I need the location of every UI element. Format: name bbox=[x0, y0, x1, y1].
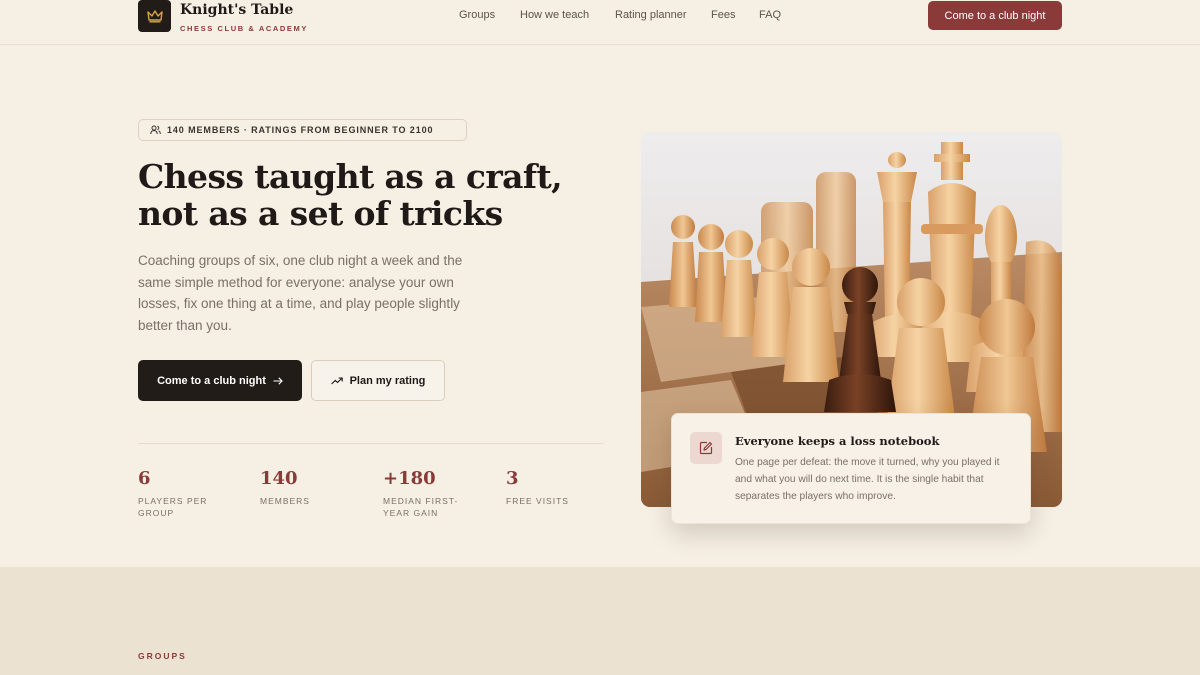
stats-divider bbox=[138, 443, 604, 444]
stat-free-visits: 3 FREE VISITS bbox=[506, 468, 606, 507]
nav-link-rating-planner[interactable]: Rating planner bbox=[615, 9, 687, 21]
stat-label: PLAYERS PER GROUP bbox=[138, 496, 208, 518]
plan-rating-button[interactable]: Plan my rating bbox=[311, 360, 445, 401]
members-badge-text: 140 MEMBERS · RATINGS FROM BEGINNER TO 2… bbox=[167, 125, 434, 135]
club-night-button[interactable]: Come to a club night bbox=[138, 360, 302, 401]
stat-label: FREE VISITS bbox=[506, 496, 569, 506]
stat-value: 3 bbox=[506, 468, 519, 489]
nav-link-how-we-teach[interactable]: How we teach bbox=[520, 9, 589, 21]
stat-members: 140 MEMBERS bbox=[260, 468, 360, 507]
stat-value: 140 bbox=[260, 468, 298, 489]
nav-link-faq[interactable]: FAQ bbox=[759, 9, 781, 21]
logo[interactable] bbox=[138, 0, 171, 32]
brand-tagline: CHESS CLUB & ACADEMY bbox=[180, 24, 308, 33]
users-icon bbox=[150, 125, 161, 135]
stat-value: +180 bbox=[383, 468, 436, 489]
stat-value: 6 bbox=[138, 468, 151, 489]
stat-label: MEDIAN FIRST-YEAR GAIN bbox=[383, 496, 459, 518]
stat-label: MEMBERS bbox=[260, 496, 310, 506]
arrow-right-icon bbox=[273, 376, 283, 385]
groups-section-label: GROUPS bbox=[138, 651, 187, 661]
brand-name[interactable]: Knight's Table bbox=[180, 2, 293, 18]
nav-link-fees[interactable]: Fees bbox=[711, 9, 735, 21]
stat-median-gain: +180 MEDIAN FIRST-YEAR GAIN bbox=[383, 468, 479, 519]
hero-subtitle: Coaching groups of six, one club night a… bbox=[138, 253, 463, 333]
members-badge: 140 MEMBERS · RATINGS FROM BEGINNER TO 2… bbox=[138, 119, 467, 141]
loss-notebook-card: Everyone keeps a loss notebook One page … bbox=[671, 413, 1031, 524]
site-header: Knight's Table CHESS CLUB & ACADEMY Grou… bbox=[0, 0, 1200, 45]
nav-link-groups[interactable]: Groups bbox=[459, 9, 495, 21]
plan-rating-button-label: Plan my rating bbox=[349, 374, 426, 387]
club-night-button-label: Come to a club night bbox=[157, 374, 266, 387]
hero-title: Chess taught as a craft, not as a set of… bbox=[138, 157, 563, 233]
stat-players-per-group: 6 PLAYERS PER GROUP bbox=[138, 468, 238, 519]
header-cta-button[interactable]: Come to a club night bbox=[928, 1, 1062, 30]
trending-up-icon bbox=[330, 376, 343, 384]
note-card-title: Everyone keeps a loss notebook bbox=[735, 434, 940, 448]
note-card-body: One page per defeat: the move it turned,… bbox=[735, 457, 1000, 502]
edit-note-icon bbox=[690, 432, 722, 464]
crown-icon bbox=[146, 10, 163, 23]
